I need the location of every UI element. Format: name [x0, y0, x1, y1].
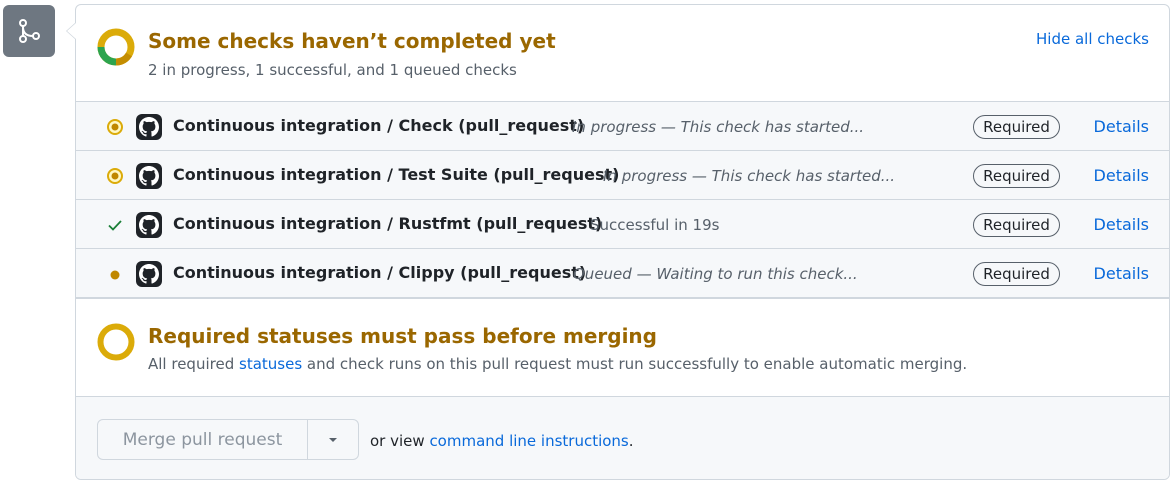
- required-badge: Required: [973, 262, 1060, 286]
- pending-ring-icon: [97, 323, 135, 361]
- queued-dot-icon: [106, 265, 124, 283]
- github-logo-icon: [136, 261, 162, 287]
- check-name: Continuous integration / Check (pull_req…: [173, 116, 585, 135]
- checks-summary-title: Some checks haven’t completed yet: [148, 29, 556, 53]
- check-mark-icon: [106, 216, 124, 234]
- check-name: Continuous integration / Test Suite (pul…: [173, 165, 620, 184]
- merge-section: Merge pull request or view command line …: [76, 396, 1169, 479]
- details-link[interactable]: Details: [1094, 166, 1149, 185]
- checks-list: Continuous integration / Check (pull_req…: [76, 101, 1169, 298]
- required-statuses-section: Required statuses must pass before mergi…: [76, 298, 1169, 396]
- details-link[interactable]: Details: [1094, 117, 1149, 136]
- merge-options-dropdown[interactable]: [308, 420, 358, 459]
- merge-status-panel: Some checks haven’t completed yet 2 in p…: [75, 4, 1170, 480]
- in-progress-dot-icon: [106, 167, 124, 185]
- required-text-before: All required: [148, 355, 235, 373]
- in-progress-dot-icon: [106, 118, 124, 136]
- check-row: Continuous integration / Rustfmt (pull_r…: [76, 200, 1169, 249]
- github-logo-icon: [136, 163, 162, 189]
- merge-pull-request-button[interactable]: Merge pull request: [98, 420, 308, 459]
- required-statuses-text: All required statuses and check runs on …: [148, 355, 967, 373]
- github-logo-icon: [136, 212, 162, 238]
- checks-summary-subtitle: 2 in progress, 1 successful, and 1 queue…: [148, 61, 517, 79]
- hide-all-checks-link[interactable]: Hide all checks: [1036, 30, 1149, 48]
- check-description: Successful in 19s: [590, 216, 720, 234]
- panel-caret-fill: [67, 23, 76, 39]
- required-badge: Required: [973, 164, 1060, 188]
- check-row: Continuous integration / Check (pull_req…: [76, 102, 1169, 151]
- check-name: Continuous integration / Rustfmt (pull_r…: [173, 214, 603, 233]
- command-line-instructions-link[interactable]: command line instructions: [429, 432, 628, 450]
- merge-help-text: or view command line instructions.: [370, 432, 634, 450]
- check-description: In progress — This check has started...: [603, 167, 896, 185]
- check-row: Continuous integration / Clippy (pull_re…: [76, 249, 1169, 298]
- required-badge: Required: [973, 213, 1060, 237]
- required-statuses-title: Required statuses must pass before mergi…: [148, 324, 657, 348]
- required-text-after: and check runs on this pull request must…: [306, 355, 968, 373]
- check-description: Queued — Waiting to run this check...: [573, 265, 858, 283]
- merge-help-prefix: or view: [370, 432, 425, 450]
- git-merge-icon: [3, 5, 55, 57]
- details-link[interactable]: Details: [1094, 215, 1149, 234]
- merge-button-group: Merge pull request: [97, 419, 359, 460]
- triangle-down-icon: [329, 437, 337, 442]
- checks-summary: Some checks haven’t completed yet 2 in p…: [76, 5, 1169, 101]
- details-link[interactable]: Details: [1094, 264, 1149, 283]
- checks-progress-ring-icon: [97, 28, 135, 66]
- check-description: In progress — This check has started...: [572, 118, 865, 136]
- merge-help-suffix: .: [628, 432, 634, 450]
- required-badge: Required: [973, 115, 1060, 139]
- check-row: Continuous integration / Test Suite (pul…: [76, 151, 1169, 200]
- github-logo-icon: [136, 114, 162, 140]
- check-name: Continuous integration / Clippy (pull_re…: [173, 263, 587, 282]
- statuses-link[interactable]: statuses: [239, 355, 302, 373]
